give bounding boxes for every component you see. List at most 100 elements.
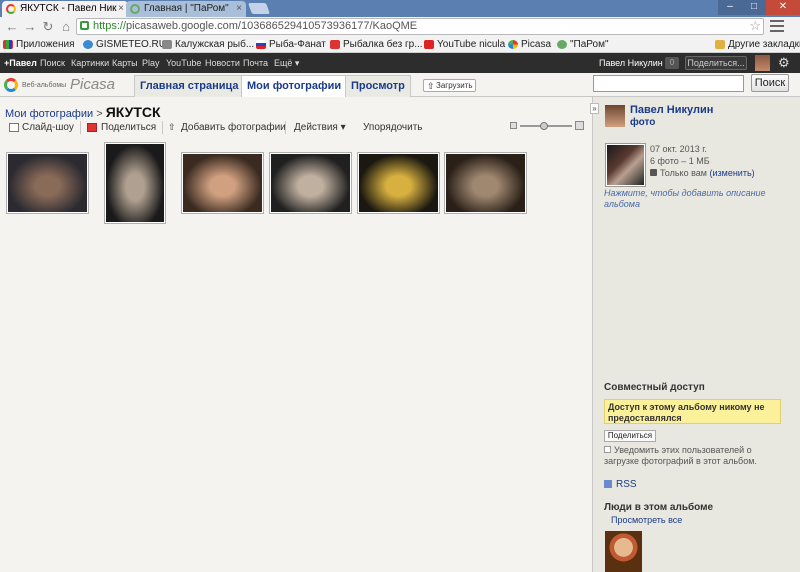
apps-grid-icon [3, 40, 13, 49]
sidebar-share-button[interactable]: Поделиться [604, 430, 656, 442]
gbar-link-maps[interactable]: Карты [112, 58, 138, 68]
tab-home[interactable]: Главная страница [134, 75, 245, 97]
notification-count[interactable]: 0 [665, 57, 679, 69]
gbar-link-search[interactable]: Поиск [40, 58, 65, 68]
page-title: ЯКУТСК [105, 104, 161, 120]
notify-checkbox[interactable] [604, 446, 611, 453]
bookmark-star-icon[interactable]: ☆ [749, 18, 761, 33]
change-visibility-link[interactable]: (изменить) [709, 168, 754, 178]
tab-picasa-album[interactable]: ЯКУТСК - Павел Ник × [2, 1, 128, 17]
slider-handle[interactable] [540, 122, 548, 130]
browser-tab-strip: ЯКУТСК - Павел Ник × Главная | "ПаРом" ×… [0, 0, 800, 17]
zoom-in-icon[interactable] [575, 121, 584, 130]
bookmark-picasa[interactable]: Picasa [508, 38, 551, 51]
view-all-people-link[interactable]: Просмотреть все [611, 515, 682, 525]
zoom-out-icon[interactable] [510, 122, 517, 129]
forward-icon[interactable]: → [22, 19, 38, 35]
close-window-icon[interactable]: ✕ [766, 0, 800, 15]
gbar-share-button[interactable]: Поделиться... [685, 56, 747, 70]
upload-icon: ⇧ [168, 122, 176, 132]
bookmark-apps[interactable]: Приложения [3, 38, 75, 51]
owner-name[interactable]: Павел Никулин [630, 104, 713, 116]
logo-subtitle: Веб-альбомы [22, 82, 67, 89]
album-visibility: Только вам (изменить) [650, 168, 755, 178]
gbar-user-name[interactable]: Павел Никулин [599, 58, 663, 68]
photo-thumb-6[interactable] [444, 152, 527, 214]
bookmark-youtube[interactable]: YouTube nicula [424, 38, 505, 51]
album-count: 6 фото – 1 МБ [650, 156, 710, 166]
parom-icon [557, 40, 567, 49]
rss-icon [604, 480, 612, 488]
album-date: 07 окт. 2013 г. [650, 144, 707, 154]
reload-icon[interactable]: ↻ [40, 19, 56, 35]
crumb-separator: > [96, 108, 103, 120]
gbar-link-profile[interactable]: +Павел [4, 58, 37, 68]
share-icon [87, 123, 97, 132]
people-heading: Люди в этом альбоме [604, 502, 714, 513]
album-main: Мои фотографии > ЯКУТСК Слайд-шоу Подели… [0, 97, 592, 572]
bookmark-ryba-fanat[interactable]: Рыба-Фанат [256, 38, 326, 51]
gbar-link-play[interactable]: Play [142, 58, 160, 68]
folder-icon [715, 40, 725, 49]
gbar-link-news[interactable]: Новости [205, 58, 240, 68]
sort-button[interactable]: Упорядочить [363, 121, 423, 134]
tab-parom[interactable]: Главная | "ПаРом" × [126, 1, 246, 17]
bookmark-kaluga-fish[interactable]: Калужская рыб... [162, 38, 254, 51]
person-face-thumb[interactable] [605, 531, 642, 572]
minimize-icon[interactable]: – [718, 0, 742, 15]
new-tab-button[interactable] [247, 3, 271, 14]
home-icon[interactable]: ⌂ [58, 19, 74, 35]
fish-icon [162, 40, 172, 49]
address-bar[interactable]: https://picasaweb.google.com/10368652941… [76, 18, 764, 35]
album-actions: Слайд-шоу Поделиться ⇧ Добавить фотографи… [0, 121, 590, 135]
rss-link[interactable]: RSS [604, 479, 637, 490]
actions-menu[interactable]: Действия ▾ [285, 121, 346, 134]
photo-image [359, 154, 438, 212]
back-icon[interactable]: ← [4, 19, 20, 35]
picasa-logo[interactable]: Веб-альбомы Picasa [4, 76, 119, 94]
bookmark-rybalka[interactable]: Рыбалка без гр... [330, 38, 423, 51]
close-tab-icon[interactable]: × [236, 3, 242, 14]
photo-thumb-1[interactable] [6, 152, 89, 214]
gbar-link-mail[interactable]: Почта [243, 58, 268, 68]
gbar-link-more[interactable]: Ещё ▾ [274, 58, 299, 69]
sharing-heading: Совместный доступ [604, 382, 705, 393]
photo-thumb-5[interactable] [357, 152, 440, 214]
collapse-sidebar-icon[interactable]: » [590, 103, 599, 114]
search-input[interactable] [593, 75, 744, 92]
notify-option[interactable]: Уведомить этих пользователей о загрузке … [604, 445, 789, 467]
photo-image [183, 154, 262, 212]
url-text: picasaweb.google.com/1036865294105739361… [126, 20, 418, 32]
picasa-favicon-icon [6, 4, 16, 14]
add-description-link[interactable]: Нажмите, чтобы добавить описание альбома [604, 188, 789, 210]
browser-menu-icon[interactable] [770, 20, 784, 32]
zoom-slider[interactable] [510, 121, 585, 131]
tab-explore[interactable]: Просмотр [345, 75, 411, 97]
bookmark-gismeteo[interactable]: GISMETEO.RU: [83, 38, 169, 51]
upload-button[interactable]: ⇧ Загрузить [423, 79, 476, 92]
photo-thumb-3[interactable] [181, 152, 264, 214]
add-photos-button[interactable]: ⇧ Добавить фотографии [162, 121, 286, 134]
slideshow-button[interactable]: Слайд-шоу [9, 121, 74, 134]
search-button[interactable]: Поиск [751, 74, 789, 92]
browser-toolbar: ← → ↻ ⌂ https://picasaweb.google.com/103… [0, 17, 800, 37]
gbar-link-youtube[interactable]: YouTube [166, 58, 201, 68]
avatar[interactable] [605, 105, 625, 127]
bookmark-parom[interactable]: "ПаРом" [557, 38, 609, 51]
photo-thumb-4[interactable] [269, 152, 352, 214]
breadcrumb: Мои фотографии > ЯКУТСК [5, 104, 161, 120]
album-cover[interactable] [605, 143, 646, 187]
close-tab-icon[interactable]: × [118, 3, 124, 14]
photo-thumb-2[interactable] [104, 142, 166, 224]
gbar-link-images[interactable]: Картинки [71, 58, 109, 68]
bookmark-other[interactable]: Другие закладки [715, 38, 800, 51]
russia-flag-icon [256, 40, 266, 49]
gear-icon[interactable]: ⚙ [778, 55, 790, 71]
crumb-my-photos[interactable]: Мои фотографии [5, 108, 93, 120]
maximize-icon[interactable]: □ [742, 0, 766, 15]
owner-photos-link[interactable]: фото [630, 117, 655, 128]
cover-image [607, 145, 644, 185]
tab-my-photos[interactable]: Мои фотографии [241, 75, 348, 98]
share-button[interactable]: Поделиться [80, 121, 156, 134]
avatar[interactable] [755, 55, 770, 71]
